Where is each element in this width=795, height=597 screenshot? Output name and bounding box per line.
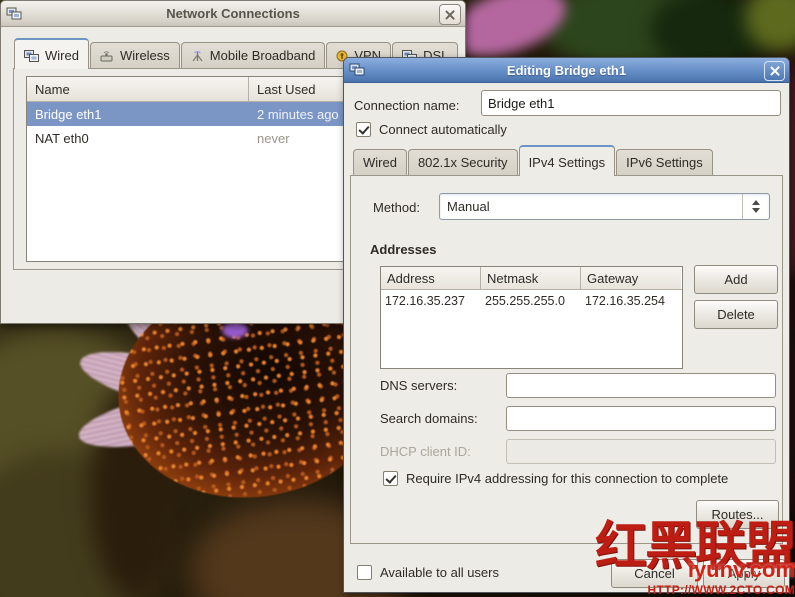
tab-label: Mobile Broadband [209,48,316,63]
edit-connection-dialog: Editing Bridge eth1 Connection name: Con… [343,57,790,593]
cancel-button[interactable]: Cancel [611,559,698,588]
address-cell[interactable]: 172.16.35.237 [381,294,481,308]
connection-name-cell: NAT eth0 [35,130,89,146]
close-icon [445,10,455,20]
address-row[interactable]: 172.16.35.237 255.255.255.0 172.16.35.25… [381,290,682,312]
netmask-cell[interactable]: 255.255.255.0 [481,294,581,308]
tab-wired-settings[interactable]: Wired [353,149,407,176]
antenna-icon [191,50,204,62]
method-combobox[interactable]: Manual [439,193,770,220]
method-label: Method: [373,200,420,215]
dhcp-client-id-input [506,439,776,464]
window-close-button[interactable] [439,4,461,25]
network-workgroup-icon [6,7,22,21]
require-ipv4-checkbox[interactable] [383,471,398,486]
connection-name-input[interactable] [481,90,781,116]
connection-name-label: Connection name: [354,98,460,113]
search-domains-input[interactable] [506,406,776,431]
tab-label: Wired [363,155,397,170]
column-header-netmask[interactable]: Netmask [481,267,581,289]
tab-ipv6-settings[interactable]: IPv6 Settings [616,149,713,176]
tab-mobile-broadband[interactable]: Mobile Broadband [180,42,326,69]
tab-8021x-security[interactable]: 802.1x Security [407,149,518,176]
apply-button[interactable]: Apply [703,559,785,588]
close-icon [770,66,780,76]
column-header-gateway[interactable]: Gateway [581,267,681,289]
connect-automatically-label: Connect automatically [379,122,507,137]
addresses-section-title: Addresses [370,242,437,257]
window-titlebar[interactable]: Network Connections [1,1,465,27]
available-to-all-users-label: Available to all users [380,565,499,580]
dialog-title: Editing Bridge eth1 [506,62,627,78]
add-button[interactable]: Add [694,265,778,294]
tab-wireless[interactable]: Wireless [89,42,180,69]
settings-tabs: Wired 802.1x Security IPv4 Settings IPv6… [353,145,714,176]
connection-name-cell: Bridge eth1 [35,106,102,122]
addresses-header-row: Address Netmask Gateway [381,267,682,290]
addresses-table: Address Netmask Gateway 172.16.35.237 25… [380,266,683,369]
tab-label: IPv4 Settings [528,155,606,170]
dns-servers-label: DNS servers: [380,378,458,393]
search-domains-label: Search domains: [380,411,478,426]
available-to-all-users-checkbox[interactable] [357,565,372,580]
dialog-close-button[interactable] [764,61,785,81]
wireless-icon [100,50,114,62]
dialog-titlebar[interactable]: Editing Bridge eth1 [344,58,789,83]
delete-button[interactable]: Delete [694,300,778,329]
routes-button[interactable]: Routes... [696,500,779,529]
column-header-address[interactable]: Address [381,267,481,289]
require-ipv4-row[interactable]: Require IPv4 addressing for this connect… [383,471,728,486]
column-header-name[interactable]: Name [27,77,249,101]
tab-wired[interactable]: Wired [14,38,89,69]
connect-automatically-checkbox[interactable] [356,122,371,137]
ipv4-settings-panel: Method: Manual Addresses Address Netmask… [350,175,783,544]
combobox-spinner-icon [742,194,769,219]
method-value: Manual [447,199,490,214]
available-to-all-users-row[interactable]: Available to all users [357,565,499,580]
tab-label: IPv6 Settings [626,155,703,170]
window-title: Network Connections [166,6,300,21]
dhcp-client-id-label: DHCP client ID: [380,444,471,459]
network-workgroup-icon [349,63,365,77]
violet-flower [222,322,248,338]
connect-automatically-row[interactable]: Connect automatically [356,122,507,137]
tab-ipv4-settings[interactable]: IPv4 Settings [518,145,616,176]
tab-label: Wired [45,48,79,63]
wired-icon [24,49,39,62]
dns-servers-input[interactable] [506,373,776,398]
require-ipv4-label: Require IPv4 addressing for this connect… [406,471,729,486]
tab-label: 802.1x Security [417,155,508,170]
desktop: Network Connections Wired Wireless Mobil… [0,0,795,597]
gateway-cell[interactable]: 172.16.35.254 [581,294,681,308]
tab-label: Wireless [119,48,170,63]
